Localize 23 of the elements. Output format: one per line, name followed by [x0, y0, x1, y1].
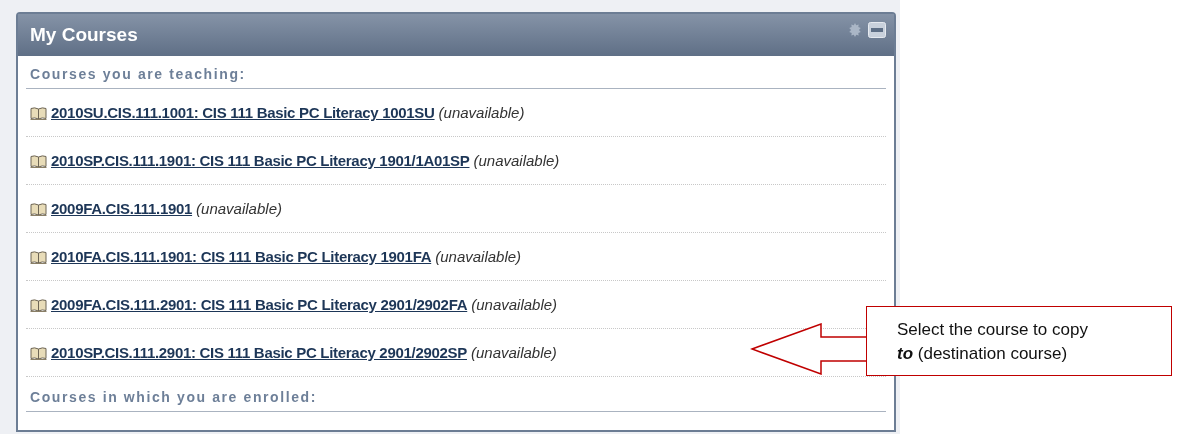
course-status: (unavailable) [471, 344, 557, 361]
callout-note: Select the course to copy to (destination course) [866, 306, 1172, 376]
book-icon [30, 105, 47, 120]
section-heading: Courses you are teaching: [26, 64, 886, 89]
book-icon [30, 153, 47, 168]
course-status: (unavailable) [438, 104, 525, 121]
course-status: (unavailable) [473, 152, 560, 169]
course-status: (unavailable) [196, 200, 282, 217]
book-icon [30, 345, 47, 360]
book-icon [30, 201, 47, 216]
course-link[interactable]: 2009FA.CIS.111.2901: CIS 111 Basic PC Literacy 2901/2902FA [51, 296, 468, 313]
course-link[interactable]: 2009FA.CIS.111.1901 [51, 200, 193, 217]
course-link[interactable]: 2010FA.CIS.111.1901: CIS 111 Basic PC Literacy 1901FA [51, 248, 432, 265]
course-status: (unavailable) [471, 296, 558, 313]
section-heading: Courses in which you are enrolled: [26, 377, 886, 412]
course-link[interactable]: 2010SP.CIS.111.2901: CIS 111 Basic PC Literacy 2901/2902SP [51, 344, 467, 361]
panel-title: My Courses [30, 24, 139, 46]
course-link[interactable]: 2010SP.CIS.111.1901: CIS 111 Basic PC Literacy 1901/1A01SP [51, 152, 470, 169]
book-icon [30, 249, 47, 264]
minimize-icon[interactable] [868, 22, 886, 38]
course-status: (unavailable) [435, 248, 522, 265]
book-icon [30, 297, 47, 312]
course-link[interactable]: 2010SU.CIS.111.1001: CIS 111 Basic PC Literacy 1001SU [51, 104, 435, 121]
